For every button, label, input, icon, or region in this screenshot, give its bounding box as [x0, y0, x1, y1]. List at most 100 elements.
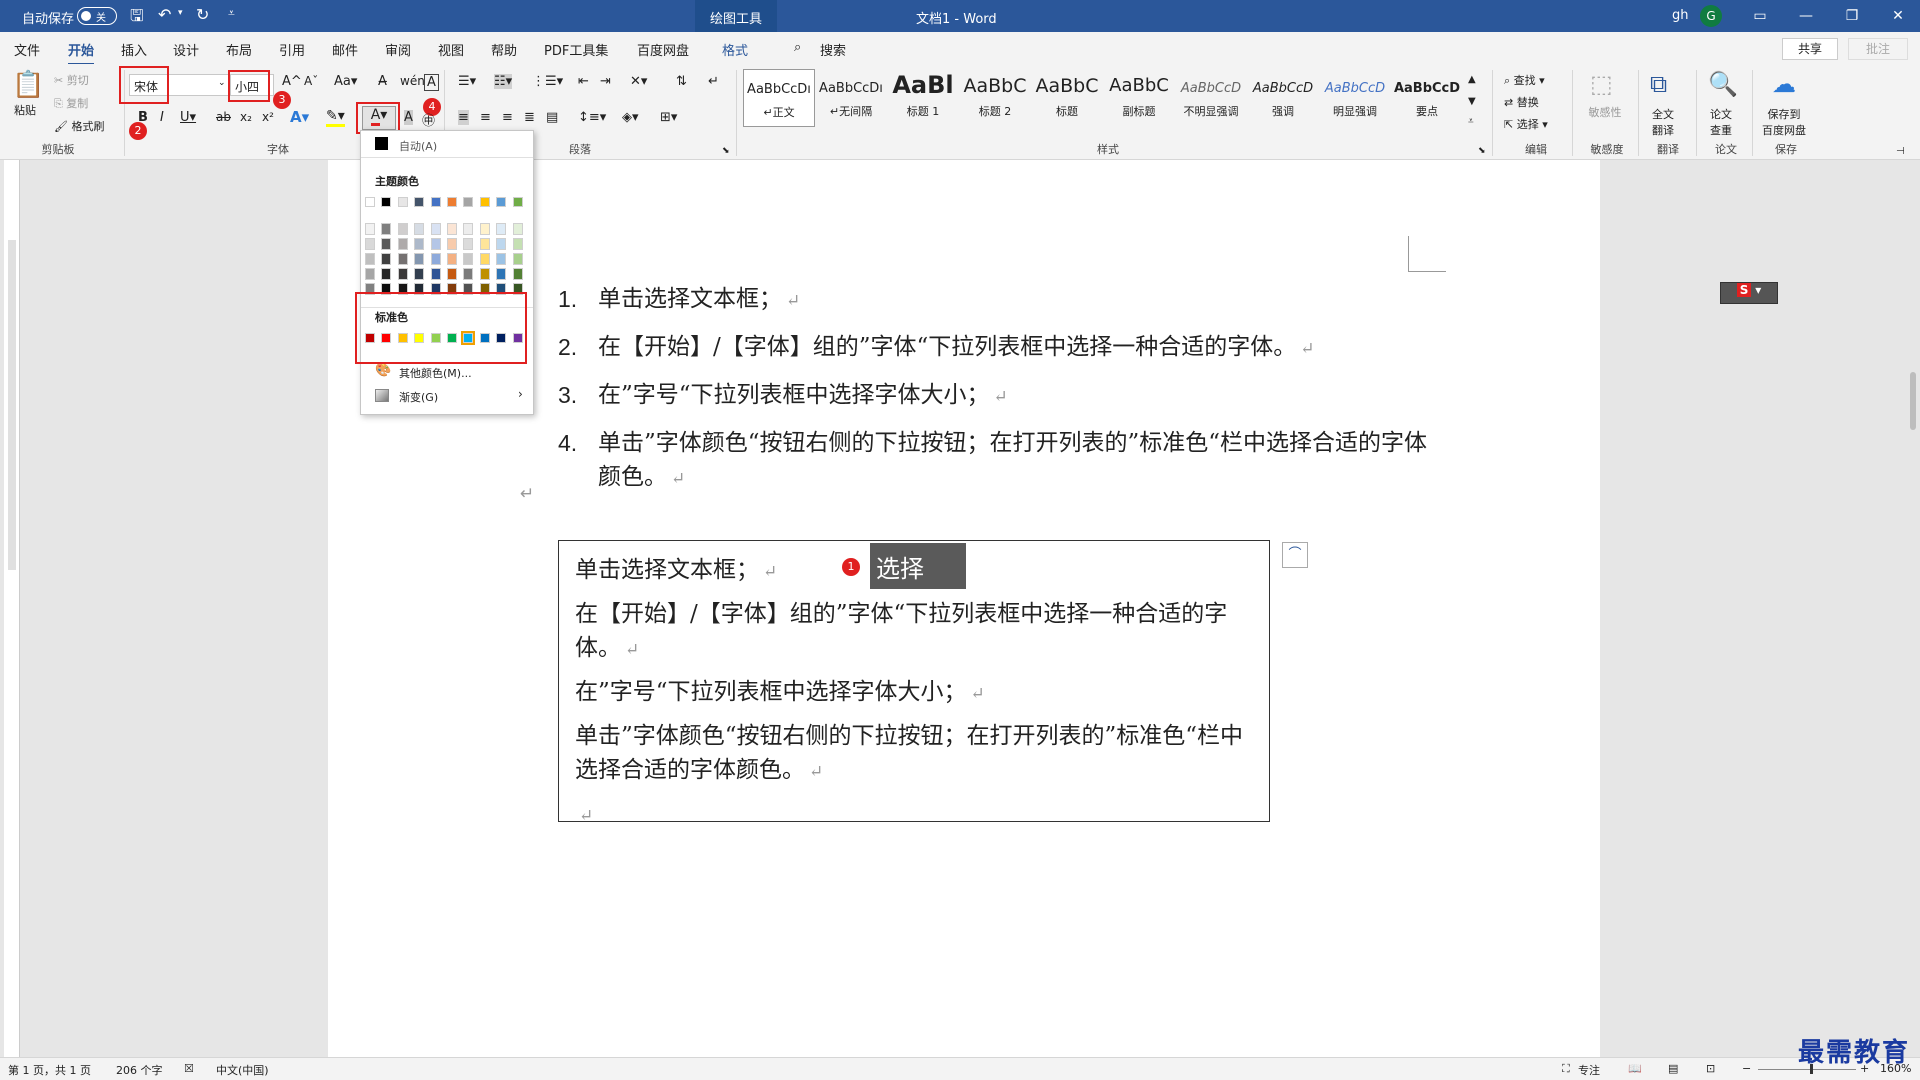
layout-options-icon[interactable]: ⌒: [1282, 542, 1308, 568]
customize-qat-icon[interactable]: ⩡: [228, 6, 235, 21]
theme-color-swatch[interactable]: [397, 238, 408, 250]
styles-scroll-up-icon[interactable]: ▲: [1468, 74, 1476, 85]
change-case-icon[interactable]: Aa▾: [334, 74, 357, 89]
strikethrough-icon[interactable]: ab: [216, 110, 231, 124]
theme-color-swatch[interactable]: [381, 238, 392, 250]
collapse-ribbon-icon[interactable]: ⊣: [1896, 146, 1905, 157]
theme-color-swatch[interactable]: [414, 223, 425, 235]
replace-button[interactable]: ⇄ 替换: [1504, 94, 1539, 110]
theme-color-swatch[interactable]: [447, 268, 457, 280]
tab-insert[interactable]: 插入: [121, 40, 147, 59]
grow-font-icon[interactable]: A^: [282, 74, 302, 89]
user-name[interactable]: gh: [1672, 8, 1689, 23]
theme-color-swatch[interactable]: [512, 223, 523, 235]
font-name-dropdown-icon[interactable]: ⌄: [218, 78, 226, 88]
theme-color-swatch[interactable]: [397, 197, 408, 207]
theme-color-swatch[interactable]: [414, 268, 425, 280]
theme-color-swatch[interactable]: [430, 268, 441, 280]
theme-color-swatch[interactable]: [381, 197, 392, 207]
tab-format[interactable]: 格式: [722, 40, 748, 59]
theme-color-swatch[interactable]: [430, 197, 441, 207]
word-count[interactable]: 206 个字: [116, 1062, 163, 1078]
theme-color-swatch[interactable]: [496, 238, 507, 250]
theme-color-swatch[interactable]: [512, 268, 523, 280]
paragraph-launcher-icon[interactable]: ⬊: [722, 146, 730, 156]
line-spacing-icon[interactable]: ↕≡▾: [578, 110, 606, 125]
phonetic-guide-icon[interactable]: wén: [400, 74, 425, 88]
theme-color-swatch[interactable]: [496, 197, 507, 207]
italic-icon[interactable]: I: [160, 110, 164, 125]
theme-color-swatch[interactable]: [430, 238, 441, 250]
proofing-icon[interactable]: ☒: [184, 1062, 194, 1075]
web-layout-icon[interactable]: ⊡: [1706, 1062, 1715, 1075]
numbering-icon[interactable]: ☷▾: [494, 74, 513, 89]
theme-color-swatch[interactable]: [447, 197, 457, 207]
language-indicator[interactable]: 中文(中国): [216, 1062, 269, 1078]
style-emphasis[interactable]: AaBbCcD 强调: [1247, 69, 1319, 127]
tab-design[interactable]: 设计: [173, 40, 199, 59]
gradient-option[interactable]: 渐变(G): [399, 389, 438, 405]
theme-color-swatch[interactable]: [365, 238, 375, 250]
theme-color-swatch[interactable]: [463, 197, 474, 207]
theme-color-swatch[interactable]: [463, 253, 474, 265]
enclose-characters-icon[interactable]: ㊥: [422, 110, 435, 129]
focus-icon[interactable]: ⛶: [1562, 1062, 1570, 1076]
theme-color-swatch[interactable]: [479, 238, 490, 250]
redo-icon[interactable]: ↻: [196, 5, 209, 24]
paper-check-icon[interactable]: 🔍: [1708, 70, 1738, 98]
show-marks-icon[interactable]: ↵: [708, 74, 719, 89]
list-item[interactable]: 2. 在【开始】/【字体】组的”字体“下拉列表框中选择一种合适的字体。 ↵: [558, 330, 1438, 366]
theme-color-swatch[interactable]: [397, 268, 408, 280]
translate-icon[interactable]: ⧉: [1650, 70, 1667, 98]
copy-button[interactable]: ⎘ 复制: [54, 95, 88, 111]
close-icon[interactable]: ✕: [1878, 4, 1918, 28]
paste-button[interactable]: 粘贴: [14, 102, 36, 118]
style-title[interactable]: AaBbC 标题: [1031, 69, 1103, 127]
tab-review[interactable]: 审阅: [385, 40, 411, 59]
list-item[interactable]: 3. 在”字号“下拉列表框中选择字体大小； ↵: [558, 378, 1438, 414]
theme-color-swatch[interactable]: [463, 238, 474, 250]
comments-button[interactable]: 批注: [1848, 38, 1908, 60]
vertical-ruler[interactable]: [4, 160, 20, 1057]
bold-icon[interactable]: B: [138, 110, 148, 125]
autosave-toggle[interactable]: 关: [77, 7, 117, 25]
theme-color-swatch[interactable]: [430, 223, 441, 235]
vertical-scrollbar[interactable]: [1910, 372, 1916, 430]
multilevel-list-icon[interactable]: ⋮☰▾: [532, 74, 563, 89]
tab-references[interactable]: 引用: [279, 40, 305, 59]
list-item[interactable]: 1. 单击选择文本框； ↵: [558, 282, 1438, 318]
theme-color-swatch[interactable]: [414, 238, 425, 250]
asian-layout-icon[interactable]: ✕▾: [630, 74, 647, 89]
theme-color-swatch[interactable]: [365, 268, 375, 280]
cut-button[interactable]: ✂ 剪切: [54, 72, 89, 88]
theme-color-swatch[interactable]: [447, 223, 457, 235]
theme-color-swatch[interactable]: [479, 223, 490, 235]
search-box[interactable]: 搜索: [820, 40, 846, 59]
automatic-color-option[interactable]: 自动(A): [399, 138, 437, 154]
focus-mode[interactable]: 专注: [1578, 1062, 1600, 1078]
theme-color-swatch[interactable]: [447, 238, 457, 250]
theme-color-swatch[interactable]: [365, 223, 375, 235]
theme-color-swatch[interactable]: [479, 268, 490, 280]
theme-color-swatch[interactable]: [430, 253, 441, 265]
undo-icon[interactable]: ↶: [158, 5, 171, 24]
style-no-spacing[interactable]: AaBbCcDı ↵无间隔: [815, 69, 887, 127]
tab-pdf-tools[interactable]: PDF工具集: [544, 40, 608, 59]
minimize-icon[interactable]: —: [1786, 4, 1826, 28]
zoom-out-icon[interactable]: −: [1742, 1062, 1751, 1075]
theme-color-swatch[interactable]: [463, 223, 474, 235]
sensitivity-button[interactable]: 敏感性: [1588, 104, 1622, 120]
find-button[interactable]: ⌕ 查找 ▾: [1504, 72, 1545, 88]
read-mode-icon[interactable]: 📖: [1628, 1062, 1642, 1075]
style-normal[interactable]: AaBbCcDı ↵正文: [743, 69, 815, 127]
tab-home[interactable]: 开始: [68, 40, 95, 66]
tab-mailings[interactable]: 邮件: [332, 40, 358, 59]
borders-icon[interactable]: ⊞▾: [660, 110, 677, 125]
tab-help[interactable]: 帮助: [491, 40, 517, 59]
share-button[interactable]: 共享: [1782, 38, 1838, 60]
text-effects-icon[interactable]: A▾: [290, 108, 309, 126]
theme-color-swatch[interactable]: [414, 197, 425, 207]
theme-color-swatch[interactable]: [512, 238, 523, 250]
shrink-font-icon[interactable]: Aˇ: [304, 74, 318, 88]
input-method-toolbar[interactable]: S ▾: [1720, 282, 1778, 304]
